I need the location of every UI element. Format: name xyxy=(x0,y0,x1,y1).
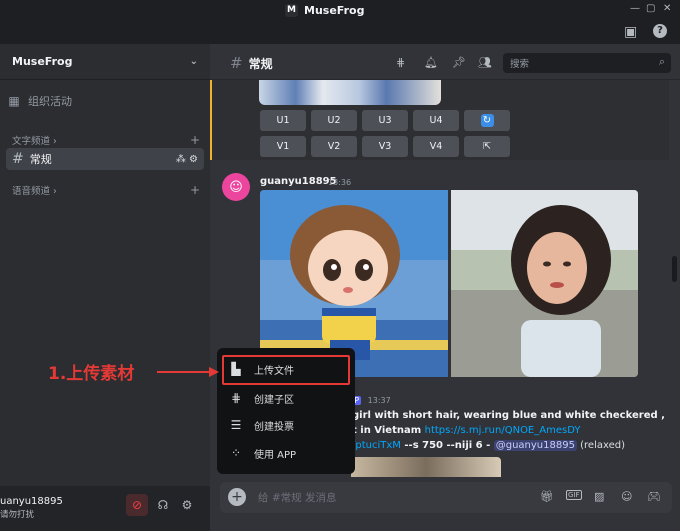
emoji-icon[interactable]: ☺ xyxy=(621,490,632,503)
help-icon[interactable]: ? xyxy=(653,24,667,38)
attached-image-photo-woman[interactable] xyxy=(451,190,638,377)
minimize-button[interactable]: — xyxy=(630,3,640,14)
sidebar-item-general[interactable]: # 常规 ⁂ ⚙ xyxy=(6,148,204,170)
prompt-line-3: /ptuciTxM --s 750 --niji 6 - @guanyu1889… xyxy=(352,440,625,451)
pin-icon[interactable]: 📌︎ xyxy=(452,56,466,69)
prompt-link[interactable]: https://s.mj.run/QNOE_AmesDY xyxy=(425,425,581,436)
image-grid-preview[interactable] xyxy=(259,80,441,105)
server-header[interactable]: MuseFrog ⌄ xyxy=(0,44,210,80)
refresh-icon: ↻ xyxy=(480,114,494,127)
message-timestamp: 13:36 xyxy=(328,178,352,187)
user-status: 请勿打扰 xyxy=(0,510,35,520)
poll-icon: ☰ xyxy=(230,418,242,432)
server-name: MuseFrog xyxy=(12,55,73,68)
external-link-icon: ⇱ xyxy=(483,141,491,152)
prompt-line-1: girl with short hair, wearing blue and w… xyxy=(352,410,665,421)
close-button[interactable]: ✕ xyxy=(663,3,671,14)
app-icon: ⁘ xyxy=(230,446,242,460)
scrollbar-thumb[interactable] xyxy=(672,256,677,282)
gift-icon[interactable]: 🎁︎ xyxy=(540,490,554,503)
variation-button-3[interactable]: V3 xyxy=(362,136,408,157)
variation-button-4[interactable]: V4 xyxy=(413,136,459,157)
sticker-icon[interactable]: ▨ xyxy=(594,490,604,503)
channel-sidebar: MuseFrog ⌄ xyxy=(0,44,210,531)
channel-settings-icons[interactable]: ⁂ ⚙ xyxy=(176,154,198,165)
voice-channels-category[interactable]: 语音频道 › + xyxy=(12,183,200,197)
attached-image-partial[interactable] xyxy=(351,457,501,477)
photo-woman-illustration xyxy=(451,190,638,377)
menu-item-create-poll[interactable]: ☰ 创建投票 xyxy=(228,413,294,437)
gamepad-icon[interactable]: 🎮︎ xyxy=(647,490,661,503)
annotation-arrow-icon xyxy=(157,367,219,377)
add-attachment-button[interactable]: + xyxy=(228,488,246,506)
prompt-line-2: t in Vietnam https://s.mj.run/QNOE_AmesD… xyxy=(352,425,581,436)
members-icon[interactable]: 👥︎ xyxy=(478,56,492,69)
window-title: M MuseFrog xyxy=(285,4,364,17)
app-logo-icon: M xyxy=(285,4,298,17)
hash-icon: # xyxy=(230,54,243,72)
upscale-button-1[interactable]: U1 xyxy=(260,110,306,131)
channel-title: # 常规 xyxy=(230,54,273,72)
calendar-icon: ▦ xyxy=(8,94,20,108)
thread-icon: ⋕ xyxy=(230,391,242,405)
user-mention[interactable]: @guanyu18895 xyxy=(493,440,577,451)
inbox-icon[interactable]: ▣ xyxy=(624,24,637,40)
mute-mic-icon[interactable]: ⊘ xyxy=(126,494,148,516)
discord-logo-icon: ☺ xyxy=(229,179,243,195)
avatar[interactable]: ☺ xyxy=(222,173,250,201)
sidebar-item-events[interactable]: ▦ 组织活动 xyxy=(6,92,204,110)
variation-button-1[interactable]: V1 xyxy=(260,136,306,157)
upload-highlight-box xyxy=(222,355,350,385)
maximize-button[interactable]: ▢ xyxy=(646,3,655,14)
hash-icon: # xyxy=(12,151,24,167)
username: uanyu18895 xyxy=(0,496,63,507)
variation-button-2[interactable]: V2 xyxy=(311,136,357,157)
upscale-button-4[interactable]: U4 xyxy=(413,110,459,131)
app-title: MuseFrog xyxy=(304,4,365,17)
bell-icon[interactable]: 🔔︎ xyxy=(424,56,438,69)
category-label: 文字频道 › xyxy=(12,136,57,147)
search-icon: ⌕ xyxy=(658,55,665,68)
add-channel-icon[interactable]: + xyxy=(190,133,200,147)
category-label: 语音频道 › xyxy=(12,186,57,197)
prompt-link-2[interactable]: /ptuciTxM xyxy=(352,440,401,451)
headphones-icon[interactable]: ☊ xyxy=(152,494,174,516)
chevron-down-icon: ⌄ xyxy=(189,56,198,67)
upscale-button-2[interactable]: U2 xyxy=(311,110,357,131)
annotation-label: 1.上传素材 xyxy=(48,364,135,384)
composer-placeholder: 给 #常规 发消息 xyxy=(258,492,337,504)
sidebar-item-label: 组织活动 xyxy=(28,95,72,108)
menu-item-use-app[interactable]: ⁘ 使用 APP xyxy=(228,441,296,465)
open-link-button[interactable]: ⇱ xyxy=(464,136,510,157)
gif-icon[interactable]: GIF xyxy=(566,490,582,500)
text-channels-category[interactable]: 文字频道 › + xyxy=(12,133,200,147)
threads-icon[interactable]: ⋕ xyxy=(396,56,405,69)
add-channel-icon[interactable]: + xyxy=(190,183,200,197)
settings-gear-icon[interactable]: ⚙ xyxy=(176,494,198,516)
search-input[interactable]: 搜索 ⌕ xyxy=(503,53,671,73)
upscale-button-3[interactable]: U3 xyxy=(362,110,408,131)
message-author[interactable]: guanyu18895 xyxy=(260,176,337,187)
menu-item-create-thread[interactable]: ⋕ 创建子区 xyxy=(228,386,294,410)
channel-label: 常规 xyxy=(29,153,52,166)
reroll-button[interactable]: ↻ xyxy=(464,110,510,131)
